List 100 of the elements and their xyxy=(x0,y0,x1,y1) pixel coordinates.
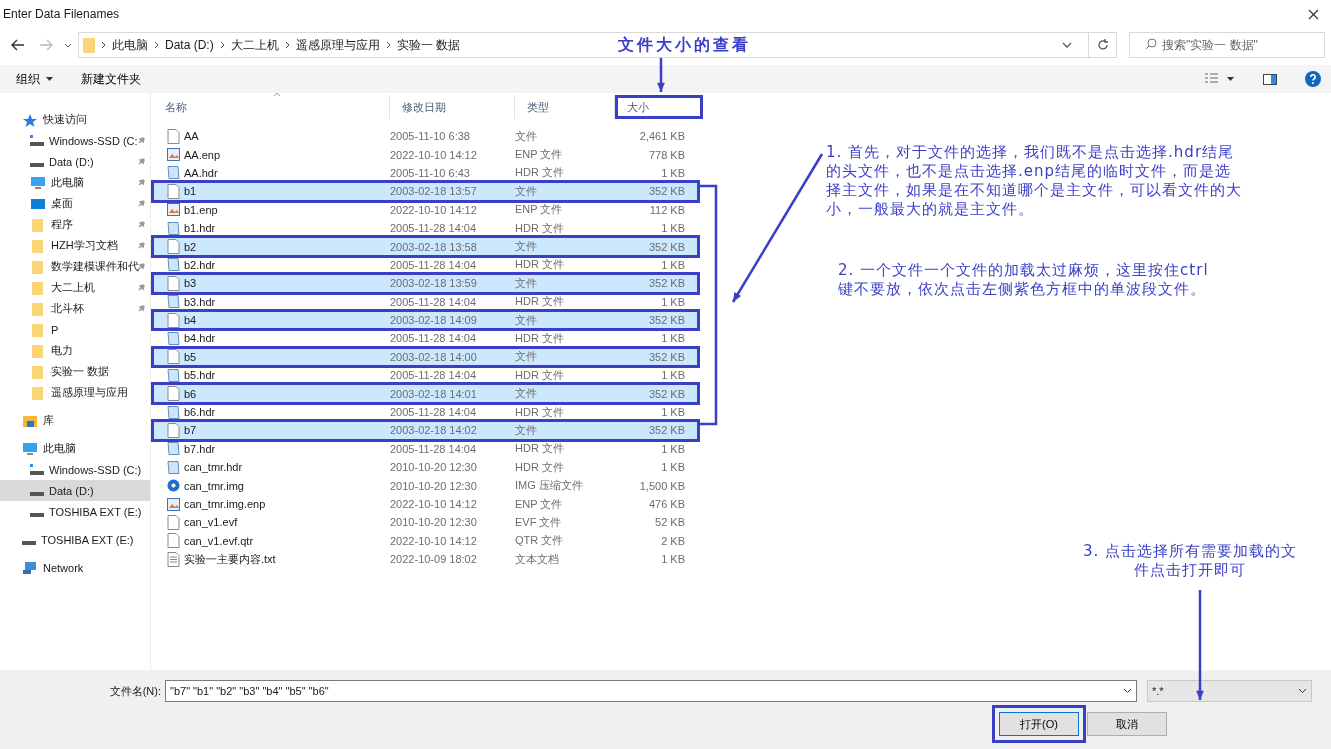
sidebar-item[interactable]: 程序 xyxy=(0,214,150,235)
notepad-icon xyxy=(167,367,180,383)
breadcrumb[interactable]: 大二上机 xyxy=(230,36,279,54)
pin-icon[interactable] xyxy=(137,178,146,187)
pin-icon[interactable] xyxy=(137,136,146,145)
folder-icon xyxy=(30,385,46,400)
filename-field[interactable]: "b7" "b1" "b2" "b3" "b4" "b5" "b6" xyxy=(165,680,1137,702)
sidebar-item[interactable]: P xyxy=(0,319,150,340)
sidebar-item[interactable]: Data (D:) xyxy=(0,151,150,172)
folder-icon xyxy=(30,238,46,253)
file-row[interactable]: can_tmr.img 2010-10-20 12:30 IMG 压缩文件 1,500 KB xyxy=(153,476,698,495)
pin-icon[interactable] xyxy=(137,220,146,229)
file-date: 2022-10-10 14:12 xyxy=(390,203,478,216)
help-icon[interactable] xyxy=(1305,71,1321,87)
file-row[interactable]: b7 2003-02-18 14:02 文件 352 KB xyxy=(153,421,698,440)
pin-icon[interactable] xyxy=(137,304,146,313)
sidebar-item[interactable]: 数学建模课件和代 xyxy=(0,256,150,277)
column-header[interactable]: 类型 xyxy=(515,95,615,119)
file-row[interactable]: b4.hdr 2005-11-28 14:04 HDR 文件 1 KB xyxy=(153,329,698,348)
chevron-down-icon xyxy=(1298,688,1307,694)
column-header[interactable]: 大小 xyxy=(615,95,703,119)
notepad-icon xyxy=(167,165,180,181)
sidebar-item[interactable]: 遥感原理与应用 xyxy=(0,382,150,403)
file-row[interactable]: b5 2003-02-18 14:00 文件 352 KB xyxy=(153,347,698,367)
breadcrumb[interactable]: 遥感原理与应用 xyxy=(295,36,380,54)
file-row[interactable]: b1 2003-02-18 13:57 文件 352 KB xyxy=(153,182,698,201)
chevron-icon xyxy=(284,41,290,49)
sidebar-item[interactable]: 电力 xyxy=(0,340,150,361)
disc-icon xyxy=(167,478,180,494)
file-icon xyxy=(167,239,180,255)
file-row[interactable]: AA 2005-11-10 6:38 文件 2,461 KB xyxy=(153,127,698,146)
file-row[interactable]: AA.enp 2022-10-10 14:12 ENP 文件 778 KB xyxy=(153,145,698,164)
sidebar-item[interactable]: Windows-SSD (C:) xyxy=(0,459,150,480)
file-name: b6.hdr xyxy=(184,406,216,419)
sidebar-item[interactable]: 快速访问 xyxy=(0,109,150,130)
folder-icon xyxy=(30,259,46,274)
sidebar-item[interactable]: 桌面 xyxy=(0,193,150,214)
file-row[interactable]: b4 2003-02-18 14:09 文件 352 KB xyxy=(153,310,698,330)
file-row[interactable]: can_v1.evf 2010-10-20 12:30 EVF 文件 52 KB xyxy=(153,513,698,532)
window-title: Enter Data Filenames xyxy=(3,7,120,21)
file-date: 2022-10-10 14:12 xyxy=(390,498,478,510)
sidebar-item[interactable]: HZH学习文档 xyxy=(0,235,150,256)
file-row[interactable]: b6 2003-02-18 14:01 文件 352 KB xyxy=(153,384,698,403)
pin-icon[interactable] xyxy=(137,241,146,250)
breadcrumb[interactable]: 实验一 数据 xyxy=(396,36,461,54)
column-header[interactable]: 名称 xyxy=(153,95,390,119)
sidebar-item[interactable]: TOSHIBA EXT (E:) xyxy=(0,529,150,550)
notepad-icon xyxy=(167,331,180,346)
annotation-note: 3. 点击选择所有需要加载的文件点击打开即可 xyxy=(1081,542,1299,580)
toolbar-button[interactable]: 组织 xyxy=(16,70,53,88)
file-row[interactable]: b6.hdr 2005-11-28 14:04 HDR 文件 1 KB xyxy=(153,402,698,422)
file-row[interactable]: b2.hdr 2005-11-28 14:04 HDR 文件 1 KB xyxy=(153,255,698,275)
computer-icon xyxy=(22,441,38,456)
file-icon xyxy=(167,312,180,328)
view-options-icon[interactable] xyxy=(1205,73,1235,85)
file-type: 文件 xyxy=(515,422,538,438)
file-row[interactable]: b3 2003-02-18 13:59 文件 352 KB xyxy=(153,274,698,293)
file-row[interactable]: can_tmr.hdr 2010-10-20 12:30 HDR 文件 1 KB xyxy=(153,458,698,477)
toolbar-button[interactable]: 新建文件夹 xyxy=(81,70,141,88)
dialog-button[interactable]: 取消 xyxy=(1087,712,1167,736)
file-row[interactable]: b1.enp 2022-10-10 14:12 ENP 文件 112 KB xyxy=(153,200,698,219)
column-header[interactable]: 修改日期 xyxy=(390,95,515,119)
notepad-icon xyxy=(167,441,180,457)
file-type: HDR 文件 xyxy=(515,367,565,383)
file-row[interactable]: AA.hdr 2005-11-10 6:43 HDR 文件 1 KB xyxy=(153,163,698,183)
breadcrumb[interactable]: Data (D:) xyxy=(165,38,214,52)
file-type: IMG 压缩文件 xyxy=(515,478,584,494)
file-row[interactable]: 实验一主要内容.txt 2022-10-09 18:02 文本文档 1 KB xyxy=(153,550,698,569)
file-row[interactable]: can_tmr.img.enp 2022-10-10 14:12 ENP 文件 476 KB xyxy=(153,494,698,514)
pin-icon[interactable] xyxy=(137,262,146,271)
dropdown-icon[interactable] xyxy=(1062,42,1072,48)
sidebar-item[interactable]: 大二上机 xyxy=(0,277,150,298)
sidebar-item[interactable]: 此电脑 xyxy=(0,172,150,193)
sidebar-item[interactable]: TOSHIBA EXT (E:) xyxy=(0,501,150,522)
sidebar-item[interactable]: Network xyxy=(0,557,150,578)
file-row[interactable]: b7.hdr 2005-11-28 14:04 HDR 文件 1 KB xyxy=(153,439,698,459)
file-size: 1 KB xyxy=(660,553,685,566)
sidebar-item[interactable]: 此电脑 xyxy=(0,438,150,459)
pin-icon[interactable] xyxy=(137,199,146,208)
file-size: 352 KB xyxy=(647,424,685,437)
drive-icon xyxy=(30,464,44,475)
close-icon[interactable] xyxy=(1308,8,1319,20)
pin-icon[interactable] xyxy=(137,283,146,292)
sidebar-item[interactable]: 库 xyxy=(0,410,150,431)
preview-pane-icon[interactable] xyxy=(1263,73,1277,85)
sidebar-item[interactable]: Data (D:) xyxy=(0,480,150,501)
search-field[interactable]: 搜索"实验一 数据" xyxy=(1129,32,1325,58)
sidebar-item[interactable]: 实验一 数据 xyxy=(0,361,150,382)
sidebar-item[interactable]: Windows-SSD (C: xyxy=(0,130,150,151)
breadcrumb[interactable]: 此电脑 xyxy=(112,36,148,54)
sidebar-item[interactable]: 北斗杯 xyxy=(0,298,150,319)
pin-icon[interactable] xyxy=(137,157,146,166)
file-type-select[interactable]: *.* xyxy=(1147,680,1312,702)
file-row[interactable]: b1.hdr 2005-11-28 14:04 HDR 文件 1 KB xyxy=(153,218,698,238)
file-row[interactable]: b2 2003-02-18 13:58 文件 352 KB xyxy=(153,237,698,256)
file-row[interactable]: can_v1.evf.qtr 2022-10-10 14:12 QTR 文件 2 KB xyxy=(153,531,698,550)
file-row[interactable]: b3.hdr 2005-11-28 14:04 HDR 文件 1 KB xyxy=(153,292,698,311)
file-row[interactable]: b5.hdr 2005-11-28 14:04 HDR 文件 1 KB xyxy=(153,366,698,385)
annotation-heading: 文件大小的查看 xyxy=(618,35,752,54)
file-type: HDR 文件 xyxy=(515,441,565,457)
